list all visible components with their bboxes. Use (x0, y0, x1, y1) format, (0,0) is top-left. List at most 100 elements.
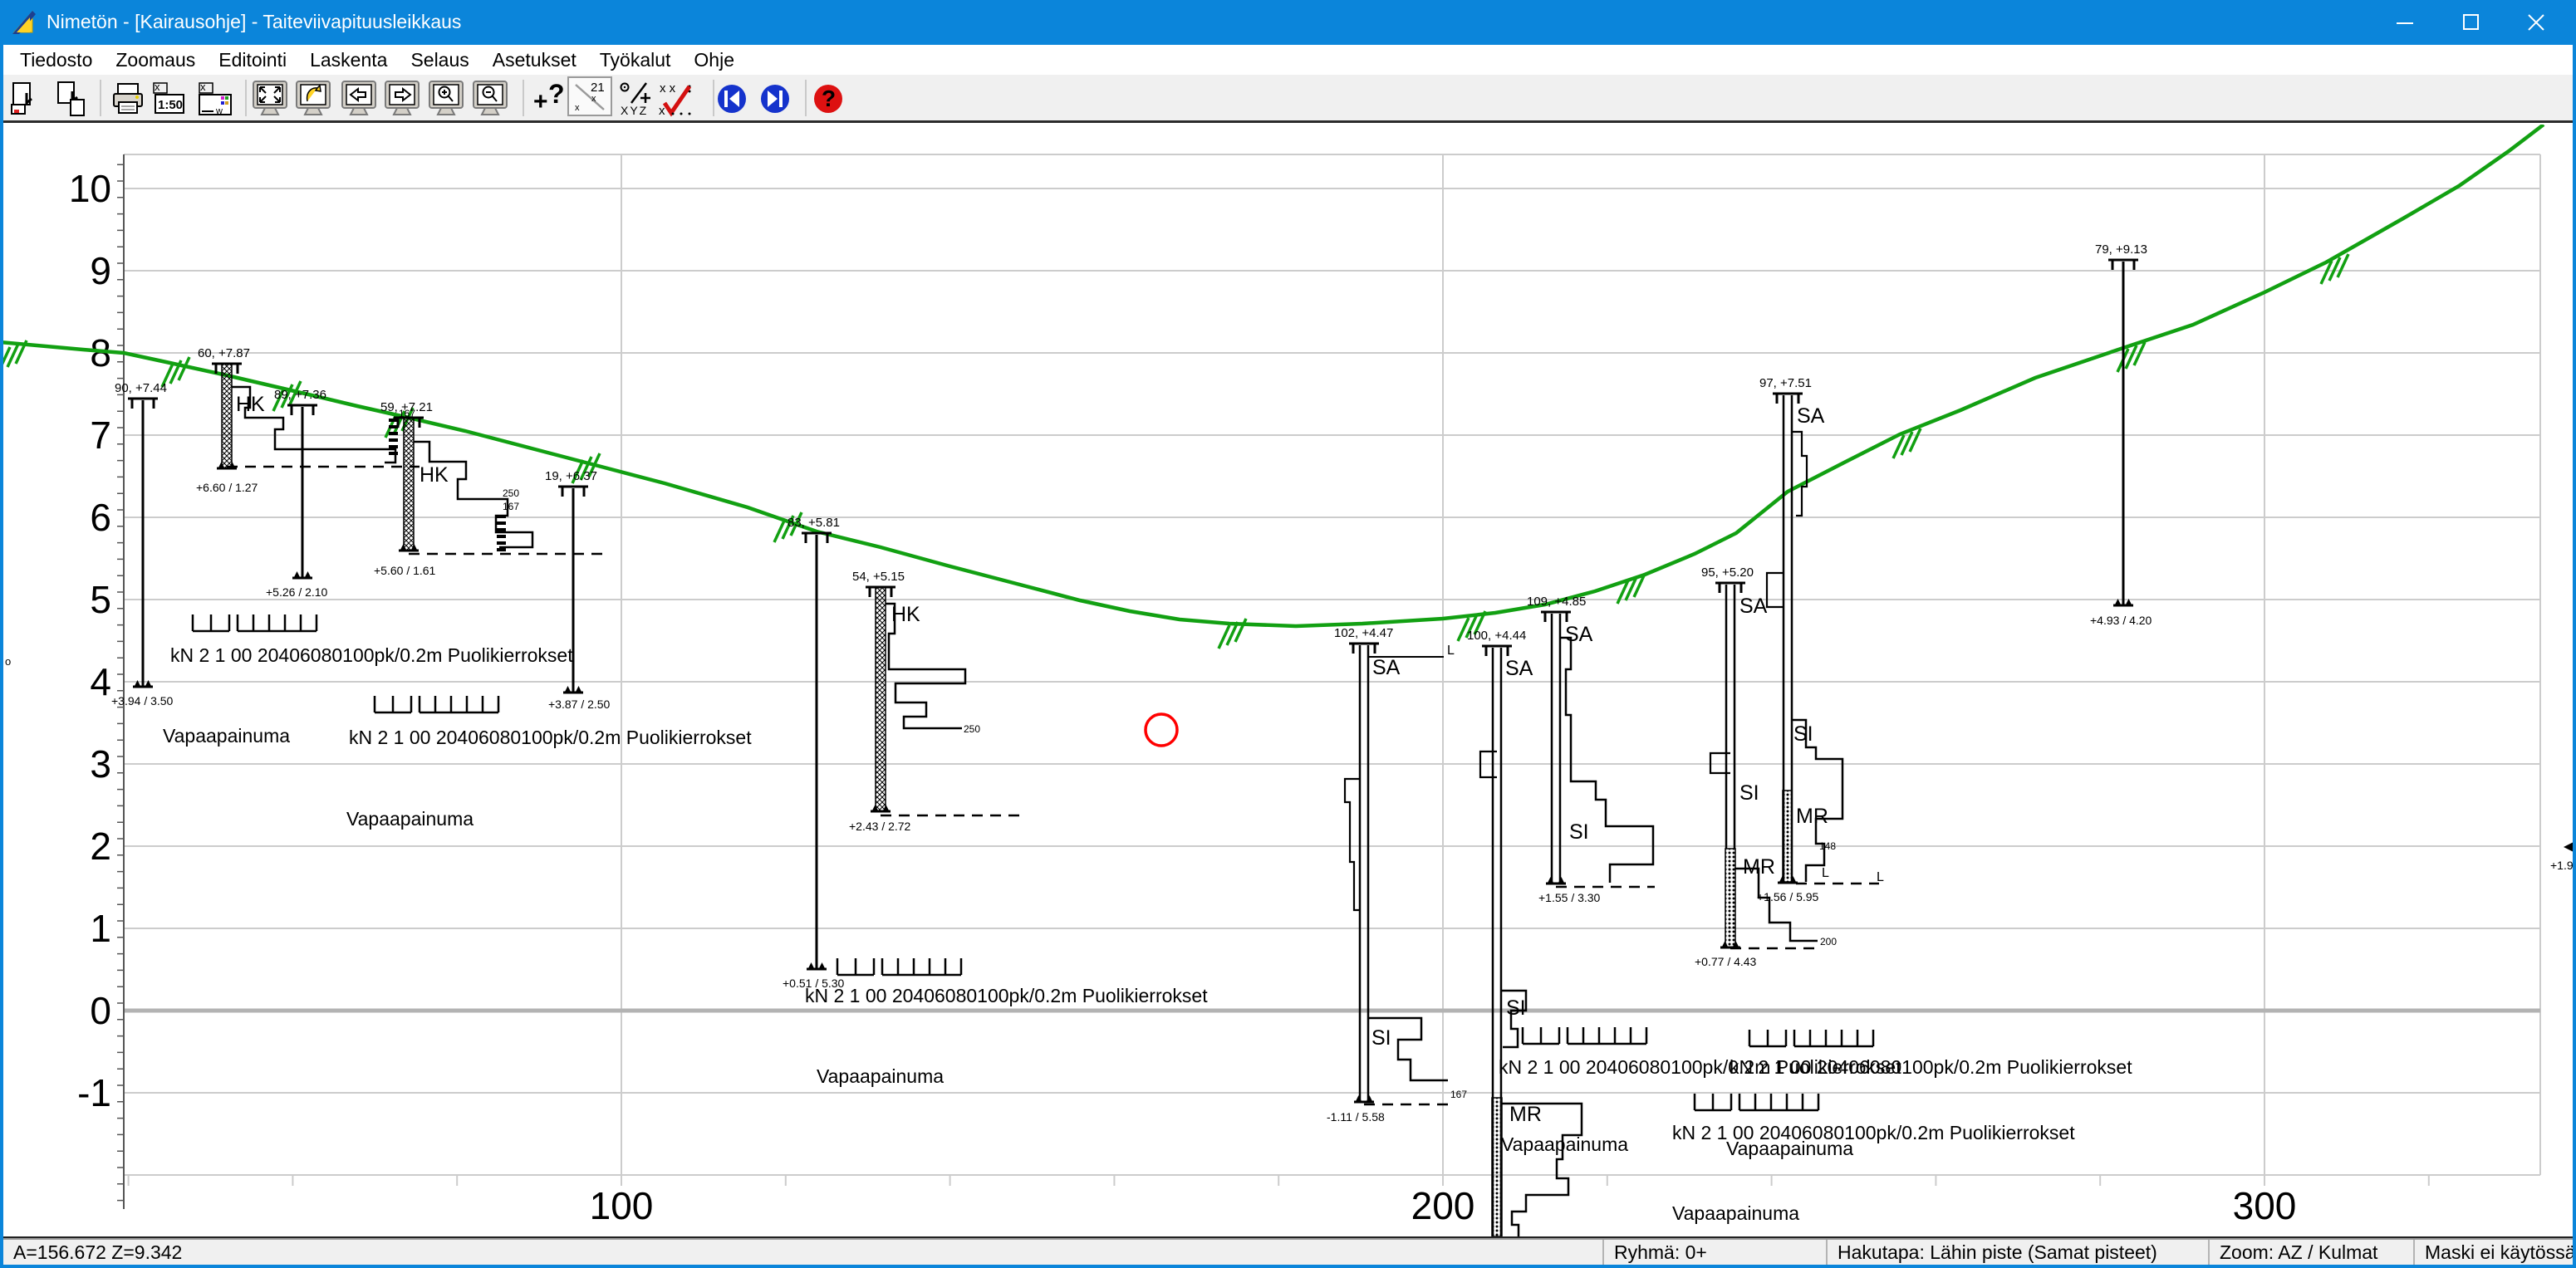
svg-text:SI: SI (1506, 996, 1526, 1020)
borehole-19[interactable]: 19, +6.37 +3.87 / 2.50 (545, 469, 611, 711)
menu-tyokalut[interactable]: Työkalut (588, 49, 683, 71)
svg-text:?: ? (822, 86, 836, 111)
svg-text:167: 167 (1450, 1089, 1467, 1100)
svg-text:1: 1 (90, 907, 111, 950)
snap-cursor-marker (1146, 714, 1177, 746)
window-border-left (0, 0, 3, 1268)
zoom-in-icon[interactable] (427, 80, 465, 118)
svg-text:19, +6.37: 19, +6.37 (545, 469, 597, 483)
svg-text:kN 2 1 00 20406080100pk/0.2m: kN 2 1 00 20406080100pk/0.2m Puolikierro… (805, 985, 1208, 1006)
svg-text:SA: SA (1372, 656, 1401, 679)
borehole-89[interactable]: 89, +7.36 +5.26 / 2.10 (266, 388, 328, 599)
borehole-95[interactable]: SA SI MR 200 95, +5.20 +0.77 / 4.43 (1695, 565, 1837, 968)
step-previous-icon[interactable] (714, 80, 753, 118)
zoom-extents-icon[interactable] (251, 80, 289, 118)
menu-asetukset[interactable]: Asetukset (481, 49, 588, 71)
grid (124, 154, 2540, 1186)
svg-text:SI: SI (1569, 820, 1589, 844)
svg-text:x: x (591, 94, 596, 104)
close-button[interactable] (2505, 0, 2568, 45)
svg-text:HK: HK (236, 393, 265, 416)
svg-text:+1.55 / 3.30: +1.55 / 3.30 (1538, 891, 1601, 904)
menu-editointi[interactable]: Editointi (207, 49, 298, 71)
print-icon[interactable] (110, 80, 148, 118)
status-search-mode: Hakutapa: Lähin piste (Samat pisteet) (1826, 1240, 2208, 1266)
borehole-54[interactable]: 250 54, +5.15 HK +2.43 / 2.72 (849, 570, 1027, 833)
svg-text:+3.87 / 2.50: +3.87 / 2.50 (548, 698, 611, 711)
svg-text:3: 3 (90, 742, 111, 786)
svg-text:5: 5 (90, 578, 111, 621)
svg-text:79, +9.13: 79, +9.13 (2095, 242, 2147, 257)
svg-text:SA: SA (1797, 404, 1825, 428)
step-next-icon[interactable] (758, 80, 796, 118)
maximize-button[interactable] (2440, 0, 2503, 45)
help-icon[interactable]: ? (811, 80, 849, 118)
svg-text:250: 250 (503, 487, 519, 499)
svg-text:SA: SA (1505, 657, 1533, 680)
borehole-100[interactable]: SA SI MR Vapaapainuma 100, +4.44 (1467, 629, 1628, 1236)
borehole-109[interactable]: SA SI 109, +4.85 +1.55 / 3.30 (1527, 595, 1655, 904)
svg-text:167: 167 (503, 501, 519, 512)
svg-text:Vapaapainuma: Vapaapainuma (1672, 1202, 1799, 1224)
zoom-previous-icon[interactable] (294, 80, 332, 118)
svg-text:w: w (215, 106, 223, 116)
svg-text:6: 6 (90, 496, 111, 539)
svg-text:102, +4.47: 102, +4.47 (1334, 626, 1393, 640)
pan-left-icon[interactable] (340, 80, 378, 118)
menu-laskenta[interactable]: Laskenta (298, 49, 399, 71)
menu-ohje[interactable]: Ohje (682, 49, 746, 71)
svg-text:Vapaapainuma: Vapaapainuma (817, 1065, 944, 1087)
verify-points-icon[interactable]: x xx (656, 80, 694, 118)
svg-text:83, +5.81: 83, +5.81 (788, 516, 840, 530)
svg-text:SI: SI (1739, 781, 1759, 805)
zoom-out-icon[interactable] (471, 80, 509, 118)
pan-right-icon[interactable] (383, 80, 421, 118)
svg-text:SI: SI (1793, 722, 1813, 746)
drawing-area[interactable]: 10 9 8 7 6 5 4 3 2 1 0 -1 100 200 300 (3, 125, 2573, 1239)
svg-text:90, +7.44: 90, +7.44 (115, 381, 167, 395)
svg-text:0: 0 (90, 989, 111, 1032)
borehole-97[interactable]: SA SI MR 148 L L 97, +7.51 +1.56 / 5.95 (1757, 376, 1884, 903)
svg-text:XYZ: XYZ (621, 104, 648, 117)
borehole-102[interactable]: L SA SI 167 102, +4.47 -1.11 / 5.58 (1327, 626, 1467, 1124)
slope-hatch-marks (3, 254, 2348, 649)
svg-text:MR: MR (1509, 1103, 1542, 1126)
svg-text:100, +4.44: 100, +4.44 (1467, 629, 1526, 643)
svg-text:+3.94 / 3.50: +3.94 / 3.50 (111, 694, 174, 707)
svg-text:HK: HK (891, 603, 920, 626)
menu-bar: Tiedosto Zoomaus Editointi Laskenta Sela… (3, 45, 2573, 75)
svg-text:Vapaapainuma: Vapaapainuma (163, 725, 290, 747)
svg-text:L: L (1877, 870, 1884, 884)
svg-text:+1.90: +1.90 (2550, 859, 2573, 872)
svg-text:109, +4.85: 109, +4.85 (1527, 595, 1586, 609)
svg-text:200: 200 (1411, 1184, 1475, 1227)
edge-clipped-label-left: o (5, 655, 11, 668)
svg-text:+4.93 / 4.20: +4.93 / 4.20 (2090, 614, 2152, 627)
angle-21-mode-icon[interactable]: 21xx (567, 76, 612, 116)
section-drawing: 10 9 8 7 6 5 4 3 2 1 0 -1 100 200 300 (3, 125, 2573, 1236)
menu-selaus[interactable]: Selaus (399, 49, 480, 71)
borehole-83[interactable]: 83, +5.81 +0.51 / 5.30 (783, 516, 845, 990)
svg-text:Vapaapainuma: Vapaapainuma (1726, 1138, 1853, 1159)
window-border-bottom (0, 1265, 2576, 1268)
svg-text:250: 250 (964, 723, 980, 735)
borehole-59[interactable]: 250 167 59, +7.21 HK +5.60 / 1.61 (374, 400, 603, 577)
menu-zoomaus[interactable]: Zoomaus (104, 49, 207, 71)
svg-text:kN 2 1 00 20406080100pk/0.2m: kN 2 1 00 20406080100pk/0.2m Puolikierro… (1730, 1056, 2132, 1078)
borehole-60[interactable]: 167 60, +7.87 HK +6.60 / 1.27 (196, 346, 420, 494)
minimize-button[interactable] (2373, 0, 2436, 45)
add-query-point-icon[interactable]: +? (532, 80, 570, 118)
open-drawing-icon[interactable] (8, 80, 47, 118)
relative-xyz-icon[interactable]: XYZ (618, 80, 656, 118)
borehole-90[interactable]: 90, +7.44 +3.94 / 3.50 (111, 381, 174, 707)
page-layout-icon[interactable]: xw (196, 80, 234, 118)
svg-text:+0.77 / 4.43: +0.77 / 4.43 (1695, 955, 1757, 968)
svg-text:1:50: 1:50 (158, 98, 183, 112)
svg-text:-1: -1 (77, 1071, 111, 1114)
import-file-icon[interactable] (54, 80, 92, 118)
print-scale-icon[interactable]: x1:50 (150, 80, 189, 118)
svg-text:100: 100 (590, 1184, 654, 1227)
menu-tiedosto[interactable]: Tiedosto (8, 49, 104, 71)
svg-text:21: 21 (591, 81, 605, 95)
app-logo-icon (10, 7, 40, 42)
